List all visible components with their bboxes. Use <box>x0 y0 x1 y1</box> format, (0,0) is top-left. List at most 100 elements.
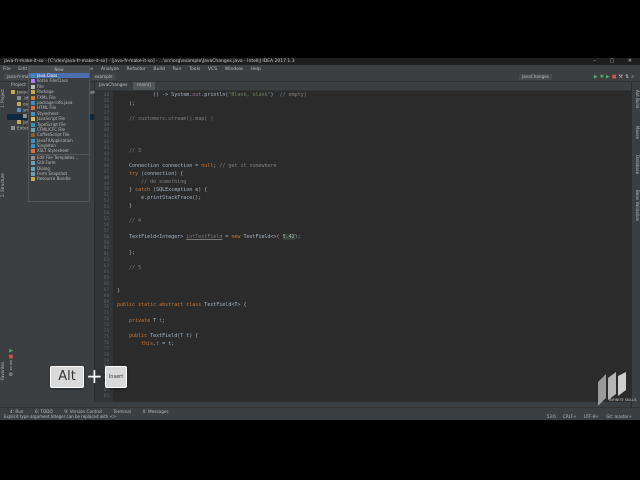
popup-item-label: Dialog <box>37 165 50 171</box>
popup-item-label: CFML/CFC File <box>37 126 65 132</box>
key-insert: Insert <box>105 366 127 388</box>
code-line: Connection connection = null; // get it … <box>117 163 277 169</box>
file-type-icon <box>31 172 35 177</box>
git-branch[interactable]: Git: master÷ <box>606 414 632 419</box>
popup-item-label: Form Snapshot <box>37 171 68 177</box>
settings-icon[interactable]: ⚙ <box>7 372 15 378</box>
tab-database[interactable]: Database <box>632 152 640 178</box>
popup-item-label: Stylesheet <box>37 110 59 116</box>
run-configuration-select[interactable]: JavaChanges <box>518 74 552 80</box>
line-number: 77 <box>103 345 109 351</box>
tab-maven[interactable]: Maven <box>632 122 640 144</box>
line-number: 53 <box>103 204 109 210</box>
line-number: 72 <box>103 316 109 322</box>
popup-item-label: HTML File <box>37 105 57 111</box>
line-number: 46 <box>103 162 109 168</box>
popup-item[interactable]: Resource Bundle <box>29 176 89 182</box>
status-right: 53:6 CRLF÷ UTF-8÷ Git: master÷ <box>541 414 632 420</box>
line-number: 54 <box>103 210 109 215</box>
window-title: java-fr-make-it-so - [C:\dev\java-fr-mak… <box>4 59 295 64</box>
popup-item-label: Package <box>37 89 54 95</box>
line-number: 38 <box>103 115 109 121</box>
file-type-icon <box>31 95 35 100</box>
file-type-icon <box>31 149 35 154</box>
line-number: 62 <box>103 257 109 263</box>
line-number: 61 <box>103 251 109 257</box>
line-number: 76 <box>103 339 109 345</box>
line-number: 65 <box>103 274 109 280</box>
line-number: 52 <box>103 198 109 204</box>
file-type-icon <box>31 138 35 143</box>
code-line: public TextField(T t) { <box>129 333 199 339</box>
file-type-icon <box>31 84 35 89</box>
navigation-bar: java-fr-make-it-so src org example JavaC… <box>0 73 640 82</box>
file-type-icon <box>31 155 35 160</box>
key-plus: + <box>86 364 103 388</box>
line-number: 49 <box>103 180 109 186</box>
line-number: 58 <box>103 233 109 239</box>
line-number: 42 <box>103 139 109 145</box>
folder-icon <box>11 90 15 94</box>
line-number: 75 <box>103 333 109 339</box>
popup-item-label: GUI Form <box>37 160 56 166</box>
editor-area: JavaChanges main() 34 35 36 37 38 39 40 41 42 43 4… <box>95 82 631 402</box>
line-number: 55 <box>103 215 109 221</box>
status-message: Explicit type argument Integer can be re… <box>4 414 117 419</box>
infinite-skills-logo-icon <box>598 372 626 406</box>
tab-favorites[interactable]: Favorites <box>0 358 7 384</box>
popup-item-label: package-info.java <box>37 99 73 105</box>
logo-text: INFINITE SKILLS <box>609 398 637 402</box>
popup-item-label: File <box>37 83 44 89</box>
status-bar: Explicit type argument Integer can be re… <box>0 414 640 420</box>
code-line: try (connection) { <box>129 171 184 177</box>
file-type-icon <box>31 117 35 122</box>
popup-item-label: Java Class <box>37 73 58 78</box>
editor-crumb-class[interactable]: JavaChanges <box>95 82 131 90</box>
file-type-icon <box>31 100 35 105</box>
line-number: 50 <box>103 186 109 192</box>
line-number: 37 <box>103 109 109 115</box>
file-encoding[interactable]: UTF-8÷ <box>584 414 599 419</box>
popup-item-label: XSLT Stylesheet <box>37 148 69 154</box>
menu-bar: File Edit View Navigate Code Analyze Ref… <box>0 65 640 73</box>
line-number: 45 <box>103 156 109 162</box>
code-line: // do something <box>141 179 187 185</box>
tab-project[interactable]: 1: Project <box>0 86 7 112</box>
line-number: 47 <box>103 168 109 174</box>
search-icon[interactable]: ⌕ <box>631 74 636 80</box>
right-tool-strip: Ant Build Maven Database Bean Validation <box>632 82 640 407</box>
popup-item-label: CoffeeScript File <box>37 132 70 138</box>
line-number: 57 <box>103 227 109 233</box>
code-line: } <box>117 288 121 294</box>
file-type-icon <box>31 133 35 138</box>
line-number: 44 <box>103 151 109 156</box>
line-separator[interactable]: CRLF÷ <box>563 414 576 419</box>
code-line: TextField<Integer> intTextField = new Te… <box>117 234 301 240</box>
line-number: 56 <box>103 221 109 227</box>
tab-ant-build[interactable]: Ant Build <box>632 86 640 112</box>
line-number: 79 <box>103 357 109 363</box>
file-type-icon <box>31 122 35 127</box>
stop-icon[interactable]: ■ <box>612 74 619 80</box>
breadcrumb-example[interactable]: example <box>91 74 116 80</box>
code-line: e.printStackTrace(); <box>117 195 202 201</box>
caret-position[interactable]: 53:6 <box>547 414 556 419</box>
line-number: 63 <box>103 263 109 269</box>
code-area[interactable]: () -> System.out.println("Blank, blank")… <box>117 90 617 402</box>
tab-structure[interactable]: 2: Structure <box>0 170 7 200</box>
line-number: 70 <box>103 304 109 310</box>
code-line: // 3 <box>129 148 142 154</box>
file-type-icon <box>31 144 35 149</box>
file-type-icon <box>31 177 35 182</box>
line-number-gutter: 34 35 36 37 38 39 40 41 42 43 44 45 46 47 48 49 50 51 52 53… <box>95 90 113 402</box>
tab-bean-validation[interactable]: Bean Validation <box>632 186 640 226</box>
folder-icon <box>17 108 21 112</box>
code-line: () -> System.out.println("Blank, blank")… <box>117 92 307 98</box>
window-controls[interactable]: – ▢ ✕ <box>593 58 638 65</box>
file-type-icon <box>31 74 35 78</box>
code-line: // customers.stream().map( ) <box>129 116 214 122</box>
line-number: 78 <box>103 351 109 357</box>
editor-crumb-method[interactable]: main() <box>132 82 156 90</box>
popup-item-label: JavaFXApplication <box>37 137 73 143</box>
popup-item-label: Singleton <box>37 143 56 149</box>
